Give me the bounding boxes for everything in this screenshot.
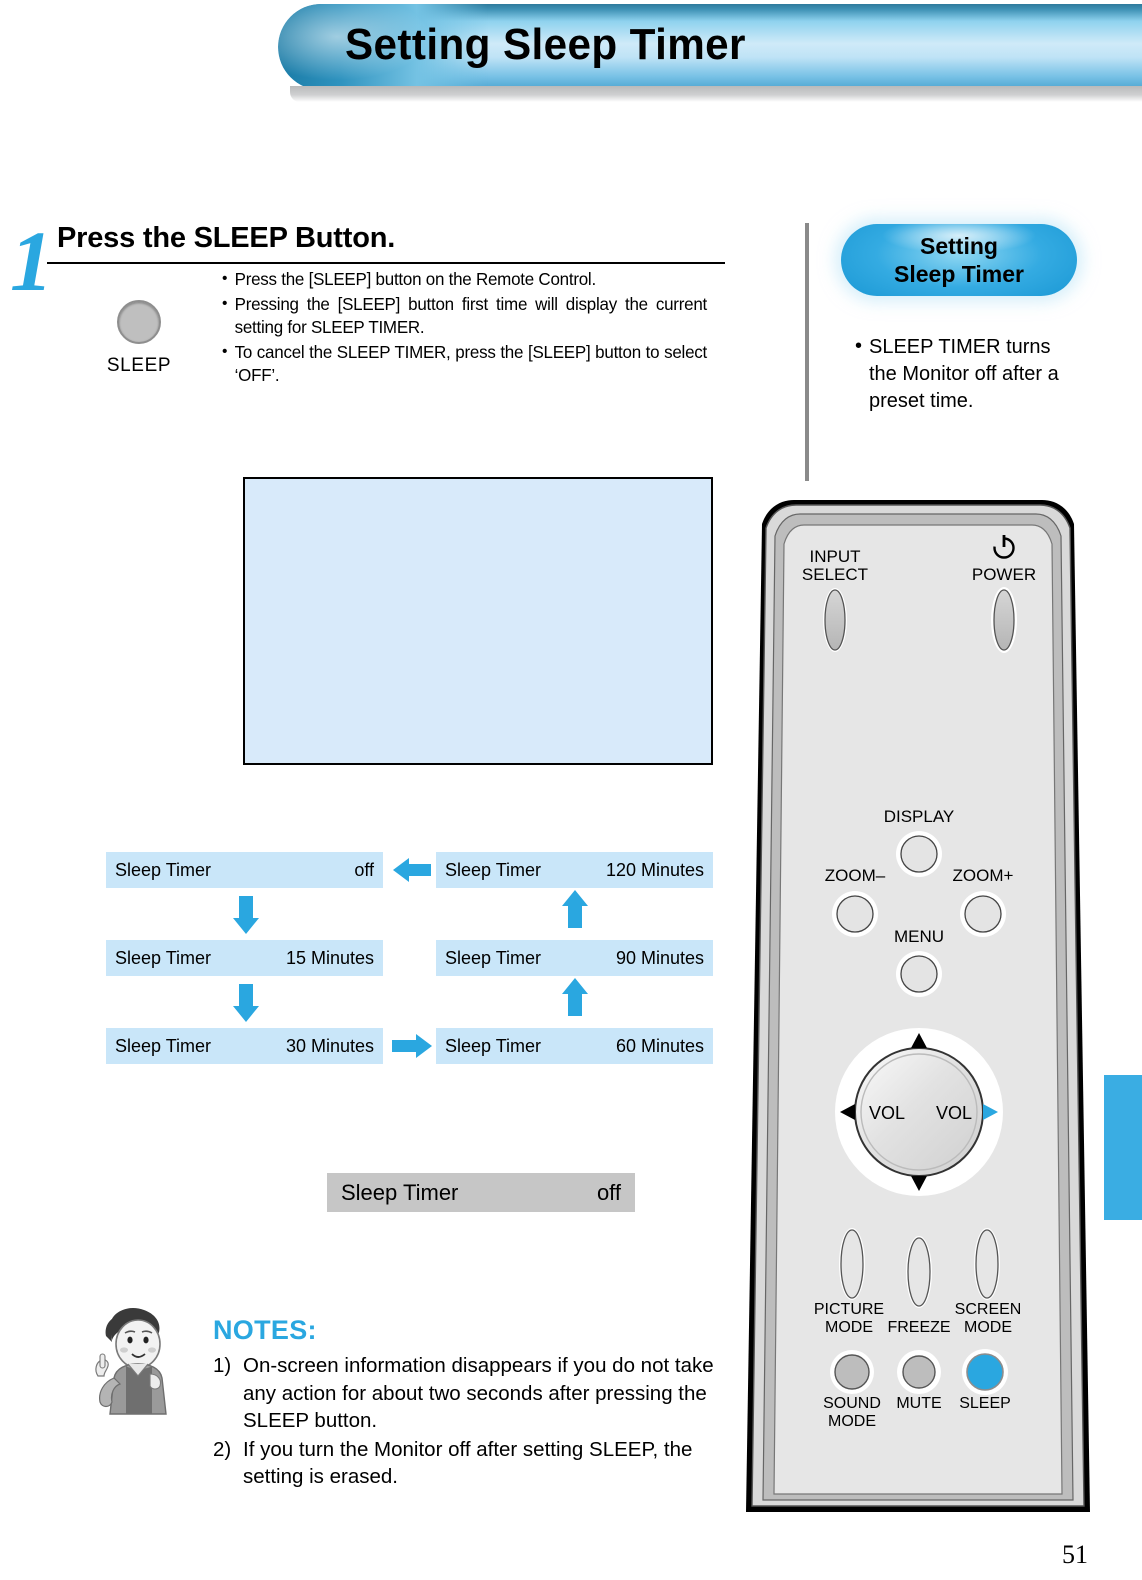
step-instruction-list: Press the [SLEEP] button on the Remote C… (222, 267, 722, 389)
sidebar-badge-text: Setting Sleep Timer (894, 232, 1024, 288)
osd-value: off (596, 1179, 621, 1205)
cycle-node-label: Sleep Timer (445, 859, 542, 880)
sound-mode-button (834, 1354, 870, 1390)
cycle-node-value: 120 Minutes (605, 859, 704, 880)
zoom-plus-label: ZOOM+ (953, 866, 1014, 885)
osd-screen-mock: Sleep Timer off (243, 477, 713, 1212)
vol-right-label: VOL (936, 1103, 972, 1123)
sound-mode-label-line1: SOUND (823, 1395, 881, 1412)
zoom-minus-button (836, 895, 874, 933)
page-number: 51 (1062, 1540, 1088, 1569)
cycle-node-90: Sleep Timer 90 Minutes (436, 940, 713, 976)
cycle-node-60: Sleep Timer 60 Minutes (436, 1028, 713, 1064)
note-text: If you turn the Monitor off after settin… (243, 1437, 693, 1489)
screen-mode-label-line2: MODE (964, 1319, 1012, 1336)
mute-button (902, 1355, 936, 1389)
sidebar-badge-line1: Setting (920, 233, 998, 259)
cycle-node-value: 30 Minutes (285, 1035, 374, 1056)
power-label: POWER (972, 565, 1036, 584)
screen-mode-button (975, 1229, 999, 1299)
menu-button (900, 955, 938, 993)
cycle-node-label: Sleep Timer (445, 1035, 542, 1056)
power-button (993, 589, 1015, 651)
cycle-node-value: 60 Minutes (615, 1035, 704, 1056)
cycle-node-value: 90 Minutes (615, 947, 704, 968)
picture-mode-label-line1: PICTURE (814, 1301, 884, 1318)
cycle-node-value: 15 Minutes (285, 947, 374, 968)
display-label: DISPLAY (884, 807, 955, 826)
input-select-label-line2: SELECT (802, 565, 868, 584)
remote-face (773, 524, 1063, 1495)
screen-mode-label-line1: SCREEN (955, 1301, 1022, 1318)
step-divider-rule (47, 262, 725, 264)
note-item: 1) On-screen information disappears if y… (213, 1352, 733, 1435)
sound-mode-label-line2: MODE (828, 1413, 876, 1430)
mute-label: MUTE (896, 1395, 941, 1412)
notes-mascot-icon (95, 1308, 167, 1415)
cycle-node-label: Sleep Timer (115, 947, 212, 968)
notes-title: NOTES: (213, 1315, 317, 1345)
step-number: 1 (10, 213, 53, 309)
sleep-timer-cycle-diagram: Sleep Timer off Sleep Timer 120 Minutes … (106, 852, 713, 1066)
page-title: Setting Sleep Timer (345, 20, 746, 69)
osd-menu-bar: Sleep Timer off (327, 1173, 635, 1212)
sidebar-badge: Setting Sleep Timer (841, 224, 1077, 296)
cycle-node-label: Sleep Timer (115, 1035, 212, 1056)
sleep-key-icon (117, 300, 161, 344)
cycle-node-label: Sleep Timer (445, 947, 542, 968)
sidebar-badge-line2: Sleep Timer (894, 261, 1024, 287)
sidebar-note: SLEEP TIMER turns the Monitor off after … (855, 333, 1075, 415)
sleep-button-highlighted (966, 1353, 1004, 1391)
step-title: Press the SLEEP Button. (57, 222, 396, 254)
menu-label: MENU (894, 927, 944, 946)
cycle-node-value: off (354, 859, 374, 880)
cycle-node-15: Sleep Timer 15 Minutes (106, 940, 383, 976)
remote-control-illustration: INPUT SELECT POWER DISPLAY ZOOM– ZOOM+ M… (742, 492, 1094, 1532)
picture-mode-label-line2: MODE (825, 1319, 873, 1336)
sleep-key-label: SLEEP (106, 355, 172, 376)
display-button (900, 835, 938, 873)
picture-mode-button (840, 1229, 864, 1299)
zoom-plus-button (964, 895, 1002, 933)
notes-list: 1) On-screen information disappears if y… (213, 1352, 733, 1492)
note-item: 2) If you turn the Monitor off after set… (213, 1436, 733, 1491)
cycle-node-label: Sleep Timer (115, 859, 212, 880)
section-edge-tab (1104, 1075, 1142, 1220)
note-number: 2) (213, 1437, 232, 1461)
header-banner-shadow (290, 86, 1142, 102)
step-bullet: Press the [SLEEP] button on the Remote C… (222, 267, 707, 292)
input-select-button (824, 589, 846, 651)
sidebar-divider (805, 223, 809, 481)
step-bullet: Pressing the [SLEEP] button first time w… (222, 292, 707, 340)
note-number: 1) (213, 1354, 232, 1377)
osd-label: Sleep Timer (341, 1179, 459, 1205)
cycle-node-30: Sleep Timer 30 Minutes (106, 1028, 383, 1064)
freeze-button (907, 1237, 931, 1307)
sleep-label: SLEEP (959, 1395, 1011, 1412)
sleep-key-illustration: SLEEP (103, 300, 175, 377)
step-bullet: To cancel the SLEEP TIMER, press the [SL… (222, 340, 707, 388)
freeze-label: FREEZE (887, 1319, 950, 1336)
zoom-minus-label: ZOOM– (825, 866, 886, 885)
input-select-label-line1: INPUT (810, 547, 861, 566)
note-text: On-screen information disappears if you … (243, 1354, 714, 1432)
cycle-node-120: Sleep Timer 120 Minutes (436, 852, 713, 888)
cycle-node-off: Sleep Timer off (106, 852, 383, 888)
vol-left-label: VOL (869, 1103, 905, 1123)
